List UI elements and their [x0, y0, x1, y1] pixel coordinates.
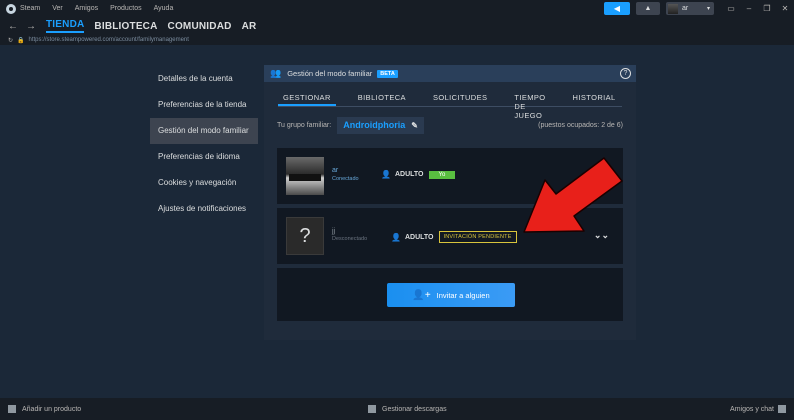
plus-square-icon — [8, 405, 16, 413]
add-product-label: Añadir un producto — [22, 405, 82, 413]
downloads-icon — [368, 405, 376, 413]
downloads-label: Gestionar descargas — [382, 405, 447, 413]
red-annotation-arrow — [523, 157, 623, 233]
add-product-button[interactable]: Añadir un producto — [8, 405, 81, 413]
friends-label: Amigos y chat — [730, 405, 774, 413]
chat-icon — [778, 405, 786, 413]
bottom-bar: Añadir un producto Gestionar descargas A… — [0, 398, 794, 420]
downloads-button[interactable]: Gestionar descargas — [368, 405, 447, 413]
friends-chat-button[interactable]: Amigos y chat — [730, 405, 786, 413]
